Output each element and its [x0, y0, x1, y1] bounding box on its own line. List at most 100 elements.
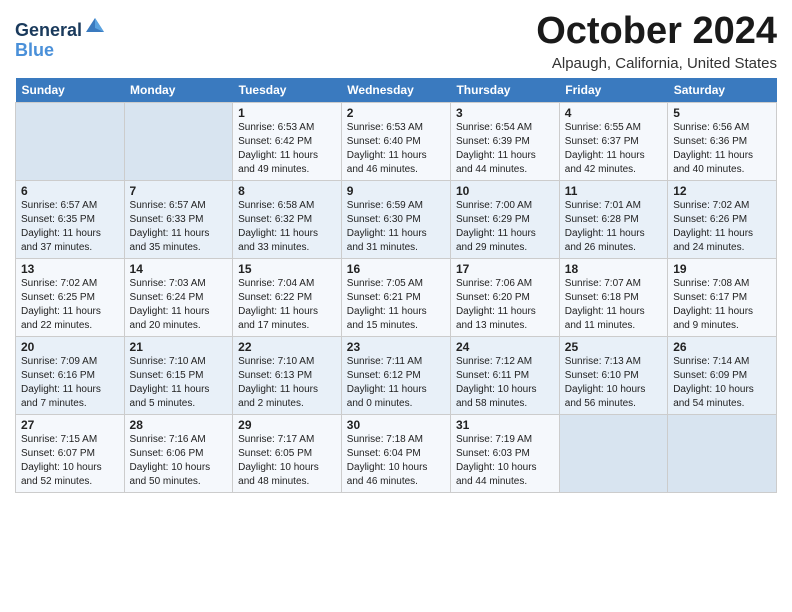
day-number: 8: [238, 184, 336, 198]
week-row-5: 27Sunrise: 7:15 AMSunset: 6:07 PMDayligh…: [16, 415, 777, 493]
day-info: Sunrise: 7:12 AMSunset: 6:11 PMDaylight:…: [456, 355, 554, 411]
day-cell: 1Sunrise: 6:53 AMSunset: 6:42 PMDaylight…: [233, 103, 342, 181]
day-number: 9: [347, 184, 445, 198]
day-info: Sunrise: 7:17 AMSunset: 6:05 PMDaylight:…: [238, 433, 336, 489]
day-cell: 5Sunrise: 6:56 AMSunset: 6:36 PMDaylight…: [668, 103, 777, 181]
day-cell: 6Sunrise: 6:57 AMSunset: 6:35 PMDaylight…: [16, 181, 125, 259]
day-info: Sunrise: 7:04 AMSunset: 6:22 PMDaylight:…: [238, 277, 336, 333]
day-info: Sunrise: 7:01 AMSunset: 6:28 PMDaylight:…: [565, 199, 662, 255]
day-number: 20: [21, 340, 119, 354]
day-number: 7: [130, 184, 228, 198]
day-number: 23: [347, 340, 445, 354]
day-cell: 11Sunrise: 7:01 AMSunset: 6:28 PMDayligh…: [559, 181, 667, 259]
day-cell: 18Sunrise: 7:07 AMSunset: 6:18 PMDayligh…: [559, 259, 667, 337]
day-cell: 15Sunrise: 7:04 AMSunset: 6:22 PMDayligh…: [233, 259, 342, 337]
day-cell: 4Sunrise: 6:55 AMSunset: 6:37 PMDaylight…: [559, 103, 667, 181]
location: Alpaugh, California, United States: [536, 55, 777, 72]
day-cell: 21Sunrise: 7:10 AMSunset: 6:15 PMDayligh…: [124, 337, 233, 415]
day-cell: 27Sunrise: 7:15 AMSunset: 6:07 PMDayligh…: [16, 415, 125, 493]
day-info: Sunrise: 7:09 AMSunset: 6:16 PMDaylight:…: [21, 355, 119, 411]
day-cell: 7Sunrise: 6:57 AMSunset: 6:33 PMDaylight…: [124, 181, 233, 259]
day-number: 10: [456, 184, 554, 198]
day-cell: 22Sunrise: 7:10 AMSunset: 6:13 PMDayligh…: [233, 337, 342, 415]
day-info: Sunrise: 7:16 AMSunset: 6:06 PMDaylight:…: [130, 433, 228, 489]
day-info: Sunrise: 6:58 AMSunset: 6:32 PMDaylight:…: [238, 199, 336, 255]
day-cell: 30Sunrise: 7:18 AMSunset: 6:04 PMDayligh…: [341, 415, 450, 493]
title-block: October 2024 Alpaugh, California, United…: [536, 10, 777, 72]
day-info: Sunrise: 7:15 AMSunset: 6:07 PMDaylight:…: [21, 433, 119, 489]
day-cell: 9Sunrise: 6:59 AMSunset: 6:30 PMDaylight…: [341, 181, 450, 259]
day-number: 14: [130, 262, 228, 276]
day-number: 6: [21, 184, 119, 198]
day-cell: 19Sunrise: 7:08 AMSunset: 6:17 PMDayligh…: [668, 259, 777, 337]
day-info: Sunrise: 7:00 AMSunset: 6:29 PMDaylight:…: [456, 199, 554, 255]
day-number: 28: [130, 418, 228, 432]
day-cell: 10Sunrise: 7:00 AMSunset: 6:29 PMDayligh…: [450, 181, 559, 259]
week-row-3: 13Sunrise: 7:02 AMSunset: 6:25 PMDayligh…: [16, 259, 777, 337]
day-info: Sunrise: 7:19 AMSunset: 6:03 PMDaylight:…: [456, 433, 554, 489]
day-number: 19: [673, 262, 771, 276]
day-number: 21: [130, 340, 228, 354]
header-tuesday: Tuesday: [233, 78, 342, 103]
day-number: 11: [565, 184, 662, 198]
day-number: 24: [456, 340, 554, 354]
day-cell: 3Sunrise: 6:54 AMSunset: 6:39 PMDaylight…: [450, 103, 559, 181]
day-info: Sunrise: 6:54 AMSunset: 6:39 PMDaylight:…: [456, 121, 554, 177]
day-info: Sunrise: 6:53 AMSunset: 6:40 PMDaylight:…: [347, 121, 445, 177]
day-cell: [668, 415, 777, 493]
day-number: 15: [238, 262, 336, 276]
logo: General Blue: [15, 14, 106, 61]
day-cell: 13Sunrise: 7:02 AMSunset: 6:25 PMDayligh…: [16, 259, 125, 337]
day-cell: 26Sunrise: 7:14 AMSunset: 6:09 PMDayligh…: [668, 337, 777, 415]
logo-text-blue: Blue: [15, 41, 106, 61]
day-info: Sunrise: 7:10 AMSunset: 6:13 PMDaylight:…: [238, 355, 336, 411]
calendar-header-row: SundayMondayTuesdayWednesdayThursdayFrid…: [16, 78, 777, 103]
logo-icon: [84, 14, 106, 36]
day-number: 30: [347, 418, 445, 432]
day-cell: 29Sunrise: 7:17 AMSunset: 6:05 PMDayligh…: [233, 415, 342, 493]
day-cell: [559, 415, 667, 493]
day-info: Sunrise: 6:57 AMSunset: 6:35 PMDaylight:…: [21, 199, 119, 255]
day-number: 18: [565, 262, 662, 276]
header-saturday: Saturday: [668, 78, 777, 103]
day-info: Sunrise: 7:03 AMSunset: 6:24 PMDaylight:…: [130, 277, 228, 333]
day-cell: 14Sunrise: 7:03 AMSunset: 6:24 PMDayligh…: [124, 259, 233, 337]
week-row-2: 6Sunrise: 6:57 AMSunset: 6:35 PMDaylight…: [16, 181, 777, 259]
day-info: Sunrise: 6:55 AMSunset: 6:37 PMDaylight:…: [565, 121, 662, 177]
day-info: Sunrise: 6:56 AMSunset: 6:36 PMDaylight:…: [673, 121, 771, 177]
header-friday: Friday: [559, 78, 667, 103]
day-number: 16: [347, 262, 445, 276]
day-info: Sunrise: 7:18 AMSunset: 6:04 PMDaylight:…: [347, 433, 445, 489]
day-cell: 8Sunrise: 6:58 AMSunset: 6:32 PMDaylight…: [233, 181, 342, 259]
day-cell: 2Sunrise: 6:53 AMSunset: 6:40 PMDaylight…: [341, 103, 450, 181]
day-cell: 25Sunrise: 7:13 AMSunset: 6:10 PMDayligh…: [559, 337, 667, 415]
day-info: Sunrise: 7:11 AMSunset: 6:12 PMDaylight:…: [347, 355, 445, 411]
day-number: 17: [456, 262, 554, 276]
header-thursday: Thursday: [450, 78, 559, 103]
week-row-1: 1Sunrise: 6:53 AMSunset: 6:42 PMDaylight…: [16, 103, 777, 181]
day-number: 3: [456, 106, 554, 120]
logo-text: General: [15, 14, 106, 41]
day-info: Sunrise: 7:06 AMSunset: 6:20 PMDaylight:…: [456, 277, 554, 333]
day-number: 1: [238, 106, 336, 120]
day-cell: 31Sunrise: 7:19 AMSunset: 6:03 PMDayligh…: [450, 415, 559, 493]
day-info: Sunrise: 7:10 AMSunset: 6:15 PMDaylight:…: [130, 355, 228, 411]
calendar-table: SundayMondayTuesdayWednesdayThursdayFrid…: [15, 78, 777, 493]
day-info: Sunrise: 6:59 AMSunset: 6:30 PMDaylight:…: [347, 199, 445, 255]
day-cell: [124, 103, 233, 181]
header-sunday: Sunday: [16, 78, 125, 103]
day-number: 26: [673, 340, 771, 354]
day-info: Sunrise: 7:02 AMSunset: 6:25 PMDaylight:…: [21, 277, 119, 333]
day-cell: 20Sunrise: 7:09 AMSunset: 6:16 PMDayligh…: [16, 337, 125, 415]
day-info: Sunrise: 7:05 AMSunset: 6:21 PMDaylight:…: [347, 277, 445, 333]
day-cell: 28Sunrise: 7:16 AMSunset: 6:06 PMDayligh…: [124, 415, 233, 493]
day-cell: [16, 103, 125, 181]
day-info: Sunrise: 7:14 AMSunset: 6:09 PMDaylight:…: [673, 355, 771, 411]
day-cell: 16Sunrise: 7:05 AMSunset: 6:21 PMDayligh…: [341, 259, 450, 337]
day-cell: 24Sunrise: 7:12 AMSunset: 6:11 PMDayligh…: [450, 337, 559, 415]
day-number: 31: [456, 418, 554, 432]
day-number: 2: [347, 106, 445, 120]
day-number: 25: [565, 340, 662, 354]
day-number: 5: [673, 106, 771, 120]
day-info: Sunrise: 7:13 AMSunset: 6:10 PMDaylight:…: [565, 355, 662, 411]
